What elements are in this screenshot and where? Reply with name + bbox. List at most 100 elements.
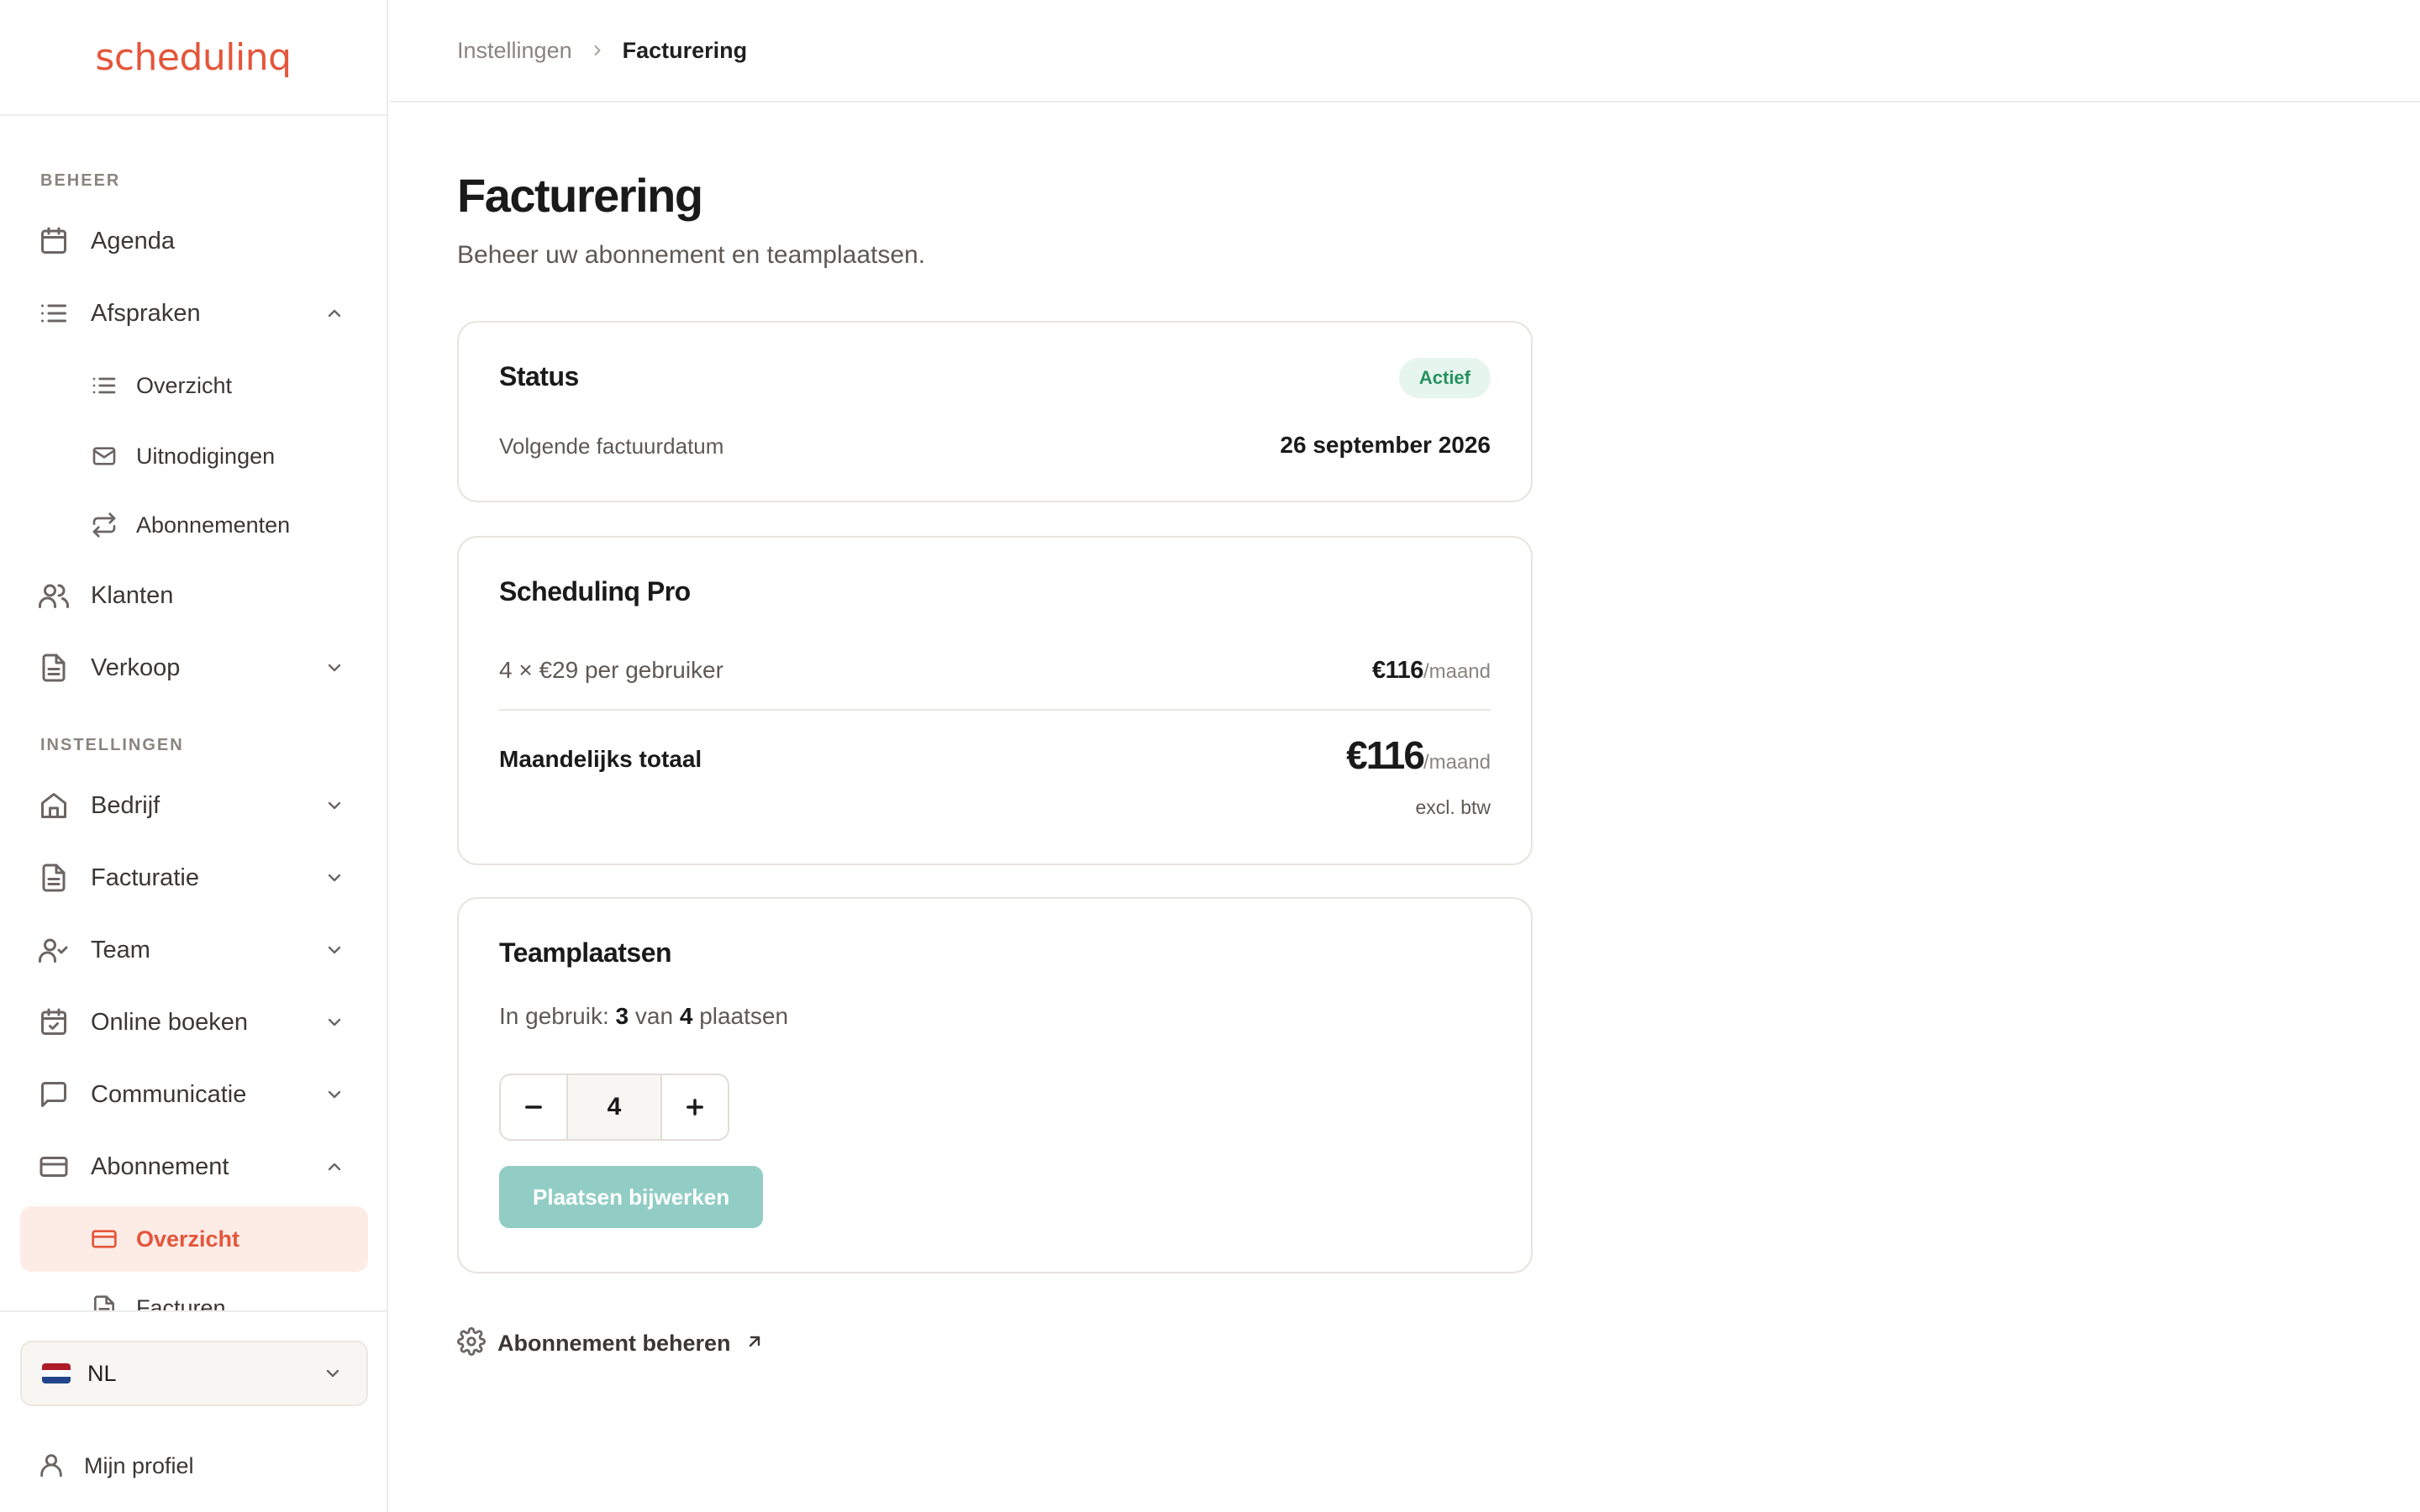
usage-of: van xyxy=(634,1003,674,1029)
plan-line-amount: €116 xyxy=(1372,657,1423,684)
total-amount: €116 xyxy=(1346,733,1425,777)
sidebar-item-facturatie[interactable]: Facturatie xyxy=(20,845,368,911)
list-icon xyxy=(89,370,119,401)
next-invoice-date: 26 september 2026 xyxy=(1280,432,1491,458)
user-check-icon xyxy=(37,933,71,967)
chevron-down-icon xyxy=(323,1363,343,1383)
sidebar-item-klanten[interactable]: Klanten xyxy=(20,563,368,628)
sidebar-item-label: Abonnement xyxy=(91,1152,229,1180)
status-card: Status Actief Volgende factuurdatum 26 s… xyxy=(457,321,1533,502)
sidebar-item-label: Afspraken xyxy=(91,299,201,327)
update-seats-button[interactable]: Plaatsen bijwerken xyxy=(499,1166,764,1228)
sidebar-footer: NL Mijn profiel xyxy=(0,1310,387,1512)
sidebar-item-label: Bedrijf xyxy=(91,791,160,819)
sidebar-nav: BEHEER Agenda Afspraken Overzicht Uitnod… xyxy=(0,116,387,1394)
plan-line-price: €116 /maand xyxy=(1372,657,1491,685)
sidebar-item-label: Klanten xyxy=(91,581,174,609)
seats-used: 3 xyxy=(615,1003,629,1029)
page-title: Facturering xyxy=(457,169,703,222)
sidebar-item-label: Uitnodigingen xyxy=(136,443,276,469)
list-icon xyxy=(37,297,71,330)
logo-area: schedulinq xyxy=(0,0,387,116)
document-icon xyxy=(37,861,71,895)
calendar-icon xyxy=(37,224,71,258)
total-label: Maandelijks totaal xyxy=(499,746,702,772)
seats-total: 4 xyxy=(679,1003,693,1029)
sidebar-item-label: Communicatie xyxy=(91,1080,247,1108)
sidebar-item-bedrijf[interactable]: Bedrijf xyxy=(20,773,368,838)
sidebar-subitem-abonnementen[interactable]: Abonnementen xyxy=(20,492,368,558)
section-label-beheer: BEHEER xyxy=(40,171,121,190)
minus-icon xyxy=(525,1105,542,1109)
manage-subscription-label: Abonnement beheren xyxy=(497,1331,731,1356)
language-select[interactable]: NL xyxy=(20,1341,368,1406)
breadcrumb-parent[interactable]: Instellingen xyxy=(457,38,572,64)
sidebar-item-label: Overzicht xyxy=(136,372,233,398)
profile-link[interactable]: Mijn profiel xyxy=(20,1436,368,1495)
sidebar-item-communicatie[interactable]: Communicatie xyxy=(20,1062,368,1127)
flag-nl-icon xyxy=(42,1363,71,1383)
seats-usage: In gebruik: 3 van 4 plaatsen xyxy=(499,1003,788,1030)
decrement-button[interactable] xyxy=(501,1075,566,1139)
sidebar-item-team[interactable]: Team xyxy=(20,917,368,983)
seats-stepper: 4 xyxy=(499,1074,729,1141)
section-label-instellingen: INSTELLINGEN xyxy=(40,736,184,754)
sidebar-item-agenda[interactable]: Agenda xyxy=(20,208,368,274)
external-link-icon xyxy=(731,1331,765,1356)
seats-card: Teamplaatsen In gebruik: 3 van 4 plaatse… xyxy=(457,897,1533,1273)
increment-button[interactable] xyxy=(662,1075,728,1139)
divider xyxy=(499,709,1491,711)
sidebar-item-abonnement[interactable]: Abonnement xyxy=(20,1134,368,1200)
chevron-down-icon xyxy=(324,795,345,816)
calendar-check-icon xyxy=(37,1005,71,1039)
users-icon xyxy=(37,579,71,612)
language-label: NL xyxy=(87,1360,117,1386)
repeat-icon xyxy=(89,510,119,540)
page-subtitle: Beheer uw abonnement en teamplaatsen. xyxy=(457,241,926,269)
mail-icon xyxy=(89,441,119,471)
chevron-up-icon xyxy=(324,303,345,323)
chat-icon xyxy=(37,1078,71,1111)
sidebar-subitem-afspraken-overzicht[interactable]: Overzicht xyxy=(20,353,368,418)
user-icon xyxy=(37,1451,67,1481)
sidebar-item-label: Online boeken xyxy=(91,1008,249,1036)
gear-icon xyxy=(457,1327,486,1360)
sidebar-item-label: Agenda xyxy=(91,227,175,255)
sidebar-item-label: Team xyxy=(91,936,150,963)
total-period: /maand xyxy=(1423,751,1491,774)
tax-note: excl. btw xyxy=(1415,796,1491,818)
plan-card-title: Schedulinq Pro xyxy=(499,576,691,606)
sidebar-item-verkoop[interactable]: Verkoop xyxy=(20,635,368,701)
chevron-down-icon xyxy=(324,940,345,960)
document-icon xyxy=(37,651,71,685)
plan-line-label: 4 × €29 per gebruiker xyxy=(499,657,723,683)
usage-suffix: plaatsen xyxy=(699,1003,789,1029)
seats-stepper-value[interactable]: 4 xyxy=(566,1075,662,1139)
sidebar-item-label: Overzicht xyxy=(136,1226,240,1252)
breadcrumb: Instellingen Facturering xyxy=(390,0,2420,102)
sidebar-subitem-uitnodigingen[interactable]: Uitnodigingen xyxy=(20,423,368,489)
breadcrumb-current: Facturering xyxy=(622,37,748,63)
logo[interactable]: schedulinq xyxy=(95,36,292,79)
total-price: €116 /maand xyxy=(1346,732,1491,778)
credit-card-icon xyxy=(37,1150,71,1184)
sidebar-item-label: Facturatie xyxy=(91,864,199,891)
sidebar-item-afspraken[interactable]: Afspraken xyxy=(20,281,368,346)
chevron-down-icon xyxy=(324,1012,345,1032)
home-icon xyxy=(37,789,71,822)
chevron-down-icon xyxy=(324,868,345,888)
sidebar: schedulinq BEHEER Agenda Afspraken Overz… xyxy=(0,0,388,1512)
manage-subscription-link[interactable]: Abonnement beheren xyxy=(457,1327,765,1360)
main-content: Facturering Beheer uw abonnement en team… xyxy=(457,102,1533,1273)
chevron-right-icon xyxy=(589,42,606,59)
sidebar-item-online-boeken[interactable]: Online boeken xyxy=(20,990,368,1055)
chevron-down-icon xyxy=(324,1084,345,1105)
plus-icon xyxy=(687,1099,703,1116)
seats-card-title: Teamplaatsen xyxy=(499,937,672,968)
credit-card-icon xyxy=(89,1224,119,1254)
next-invoice-label: Volgende factuurdatum xyxy=(499,433,724,459)
usage-prefix: In gebruik: xyxy=(499,1003,609,1029)
sidebar-subitem-abonnement-overzicht[interactable]: Overzicht xyxy=(20,1206,368,1272)
profile-label: Mijn profiel xyxy=(84,1452,194,1478)
sidebar-item-label: Abonnementen xyxy=(136,512,291,538)
